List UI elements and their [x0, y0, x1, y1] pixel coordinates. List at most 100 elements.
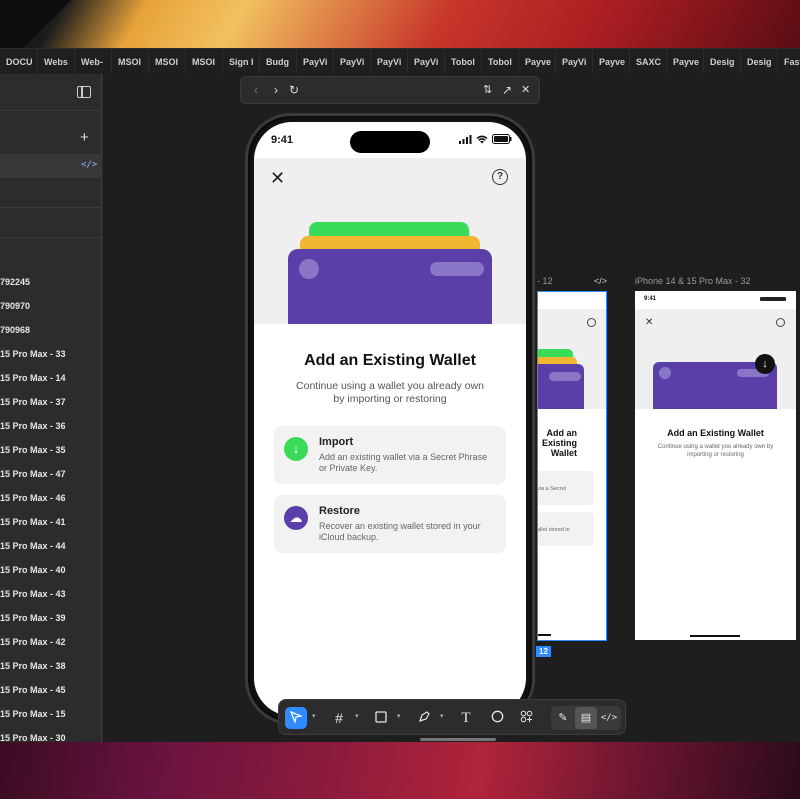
browser-tab[interactable]: MSOI	[112, 49, 149, 74]
status-icons	[459, 134, 512, 144]
layer-row[interactable]: 15 Pro Max - 38	[0, 654, 102, 678]
browser-tab[interactable]: Budg	[260, 49, 297, 74]
browser-tab-bar: DOCU Webs Web- MSOI MSOI MSOI Sign I Budg PayVi P…	[0, 48, 800, 74]
layer-row[interactable]: 15 Pro Max - 14	[0, 366, 102, 390]
page-title: Add an Existing Wallet	[304, 352, 476, 369]
browser-tab[interactable]: PayVi	[334, 49, 371, 74]
frame-right-title: Add an Existing Wallet	[667, 428, 764, 438]
code-icon[interactable]: </>	[81, 160, 97, 170]
browser-tab[interactable]: MSOI	[149, 49, 186, 74]
layer-row[interactable]: 15 Pro Max - 44	[0, 534, 102, 558]
browser-tab[interactable]: Desig	[704, 49, 741, 74]
browser-tab[interactable]: Payve	[667, 49, 704, 74]
layer-row[interactable]: 15 Pro Max - 40	[0, 558, 102, 582]
page-subtitle: Continue using a wallet you already own …	[296, 380, 484, 405]
wallet-illustration	[288, 249, 492, 324]
design-mode-icon[interactable]: ▤	[575, 707, 597, 729]
layer-row[interactable]: 15 Pro Max - 33	[0, 342, 102, 366]
close-icon[interactable]: ✕	[521, 83, 530, 96]
browser-tab[interactable]: Webs	[38, 49, 75, 74]
layer-row[interactable]: 790968	[0, 318, 102, 342]
browser-tab[interactable]: Payve	[519, 49, 556, 74]
divider	[0, 207, 102, 208]
browser-tab[interactable]: SAXC	[630, 49, 667, 74]
wifi-icon	[476, 135, 488, 143]
draw-mode-icon[interactable]: ✎	[552, 707, 574, 729]
divider	[0, 237, 102, 238]
browser-tab[interactable]: Web-	[75, 49, 112, 74]
download-icon: ↓	[755, 354, 775, 374]
browser-tab[interactable]: PayVi	[371, 49, 408, 74]
layer-row[interactable]: 790970	[0, 294, 102, 318]
option-title: Restore	[319, 505, 360, 517]
browser-tab[interactable]: Payve	[593, 49, 630, 74]
chevron-down-icon[interactable]: ▾	[440, 712, 444, 720]
layer-row[interactable]: 792245	[0, 270, 102, 294]
help-icon[interactable]: ?	[492, 169, 508, 185]
layer-row[interactable]: 15 Pro Max - 43	[0, 582, 102, 606]
status-time: 9:41	[271, 134, 294, 146]
layer-row[interactable]: 15 Pro Max - 46	[0, 486, 102, 510]
settings-icon[interactable]: ⇅	[483, 83, 492, 96]
browser-tab[interactable]: Tobol	[482, 49, 519, 74]
tools-toolbar: ▾ # ▾ ▾ ▾ T ✎ ▤ </>	[278, 699, 626, 735]
wallet-dot	[299, 259, 319, 279]
code-icon[interactable]: </>	[594, 276, 607, 286]
download-icon: ↓	[284, 437, 308, 461]
layer-row[interactable]: 15 Pro Max - 47	[0, 462, 102, 486]
browser-tab[interactable]: Tobol	[445, 49, 482, 74]
frame-label-12: - 12	[537, 276, 553, 286]
layer-list: 792245 790970 790968 15 Pro Max - 33 15 Pro …	[0, 270, 102, 750]
frame-right-time: 9:41	[644, 296, 657, 302]
option-description: Add an existing wallet via a Secret Phra…	[319, 452, 488, 473]
chevron-down-icon[interactable]: ▾	[397, 712, 401, 720]
back-icon[interactable]: ‹	[254, 83, 258, 97]
browser-tab[interactable]: PayVi	[408, 49, 445, 74]
browser-tab[interactable]: Desig	[741, 49, 778, 74]
layer-row[interactable]: 15 Pro Max - 41	[0, 510, 102, 534]
text-tool-icon[interactable]: T	[455, 707, 477, 729]
layer-row[interactable]: 15 Pro Max - 35	[0, 438, 102, 462]
layer-row[interactable]: 15 Pro Max - 39	[0, 606, 102, 630]
reload-icon[interactable]: ↻	[289, 83, 299, 97]
pen-tool-icon[interactable]	[413, 707, 435, 729]
layer-row[interactable]: 15 Pro Max - 45	[0, 678, 102, 702]
frame-size-badge: 12	[536, 646, 551, 657]
frame-right-subtitle: Continue using a wallet you already own …	[657, 444, 774, 458]
layers-sidebar: + </> 792245 790970 790968 15 Pro Max - 33 1…	[0, 74, 102, 743]
frame-tool-icon[interactable]: #	[328, 707, 350, 729]
close-icon[interactable]: ✕	[270, 168, 285, 189]
import-option[interactable]: ↓ Import Add an existing wallet via a Se…	[274, 426, 506, 484]
phone-screen[interactable]: 9:41 ✕ ? Add an Existing Wallet Continue…	[254, 122, 526, 716]
layer-row[interactable]: 15 Pro Max - 15	[0, 702, 102, 726]
forward-icon[interactable]: ›	[274, 83, 278, 97]
chevron-down-icon[interactable]: ▾	[312, 712, 316, 720]
browser-tab[interactable]: Sign I	[223, 49, 260, 74]
cloud-icon: ☁	[284, 506, 308, 530]
add-page-icon[interactable]: +	[80, 129, 89, 146]
open-external-icon[interactable]: ↗	[502, 83, 512, 97]
comment-tool-icon[interactable]	[486, 707, 508, 729]
move-tool-icon[interactable]	[285, 707, 307, 729]
browser-tab[interactable]: PayVi	[556, 49, 593, 74]
browser-tab[interactable]: DOCU	[0, 49, 38, 74]
chevron-down-icon[interactable]: ▾	[355, 712, 359, 720]
browser-tab[interactable]: PayVi	[297, 49, 334, 74]
dev-mode-icon[interactable]: </>	[598, 707, 620, 729]
selection-outline	[537, 291, 607, 641]
preview-toolbar: ‹ › ↻ ⇅ ↗ ✕	[240, 76, 540, 104]
option-title: Import	[319, 436, 354, 448]
sidebar-toggle-icon[interactable]	[77, 86, 91, 98]
browser-tab[interactable]: Fastr	[778, 49, 800, 74]
layer-row[interactable]: 15 Pro Max - 42	[0, 630, 102, 654]
desktop-wallpaper-top	[0, 0, 800, 48]
signal-icon	[459, 134, 472, 144]
actions-tool-icon[interactable]	[515, 707, 537, 729]
frame-right[interactable]: 9:41 ✕ ↓ Add an Existing Wallet Continue…	[635, 291, 796, 640]
rectangle-tool-icon[interactable]	[370, 707, 392, 729]
layer-row[interactable]: 15 Pro Max - 37	[0, 390, 102, 414]
browser-tab[interactable]: MSOI	[186, 49, 223, 74]
divider	[0, 110, 102, 111]
restore-option[interactable]: ☁ Restore Recover an existing wallet sto…	[274, 495, 506, 553]
layer-row[interactable]: 15 Pro Max - 36	[0, 414, 102, 438]
